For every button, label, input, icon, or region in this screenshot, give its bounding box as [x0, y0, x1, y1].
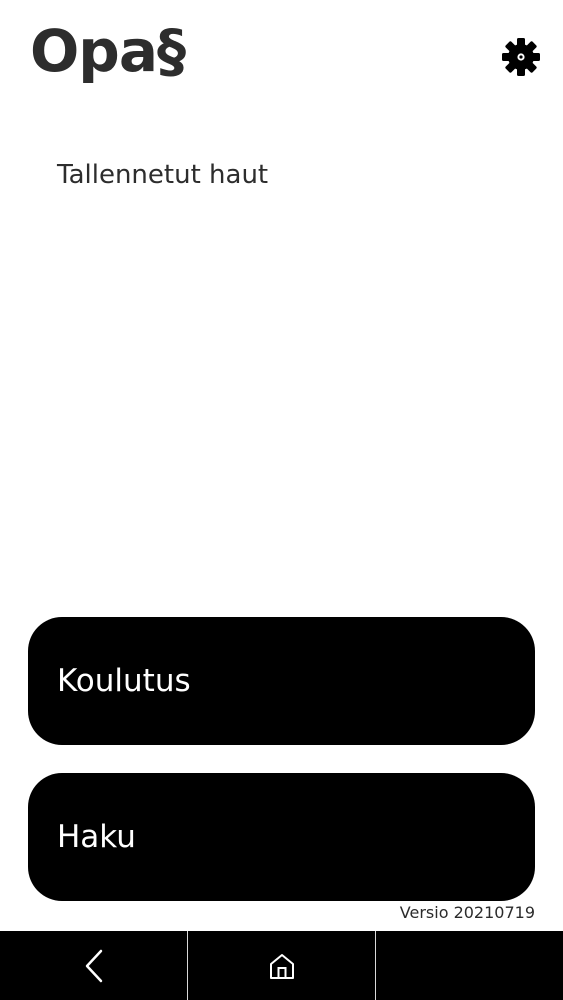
nav-empty-slot: [375, 931, 563, 1000]
koulutus-button[interactable]: Koulutus: [28, 617, 535, 745]
haku-button[interactable]: Haku: [28, 773, 535, 901]
nav-home-button[interactable]: [187, 931, 375, 1000]
koulutus-button-label: Koulutus: [57, 663, 191, 699]
system-navigation-bar: [0, 931, 563, 1000]
nav-back-button[interactable]: [0, 931, 187, 1000]
haku-button-label: Haku: [57, 819, 136, 855]
home-icon: [269, 953, 294, 979]
saved-searches-heading: Tallennetut haut: [57, 160, 269, 190]
gear-icon: [502, 38, 540, 76]
app-logo: Opa§: [30, 17, 186, 85]
settings-button[interactable]: [500, 36, 542, 78]
back-arrow-icon: [85, 949, 102, 982]
version-label: Versio 20210719: [399, 903, 535, 922]
